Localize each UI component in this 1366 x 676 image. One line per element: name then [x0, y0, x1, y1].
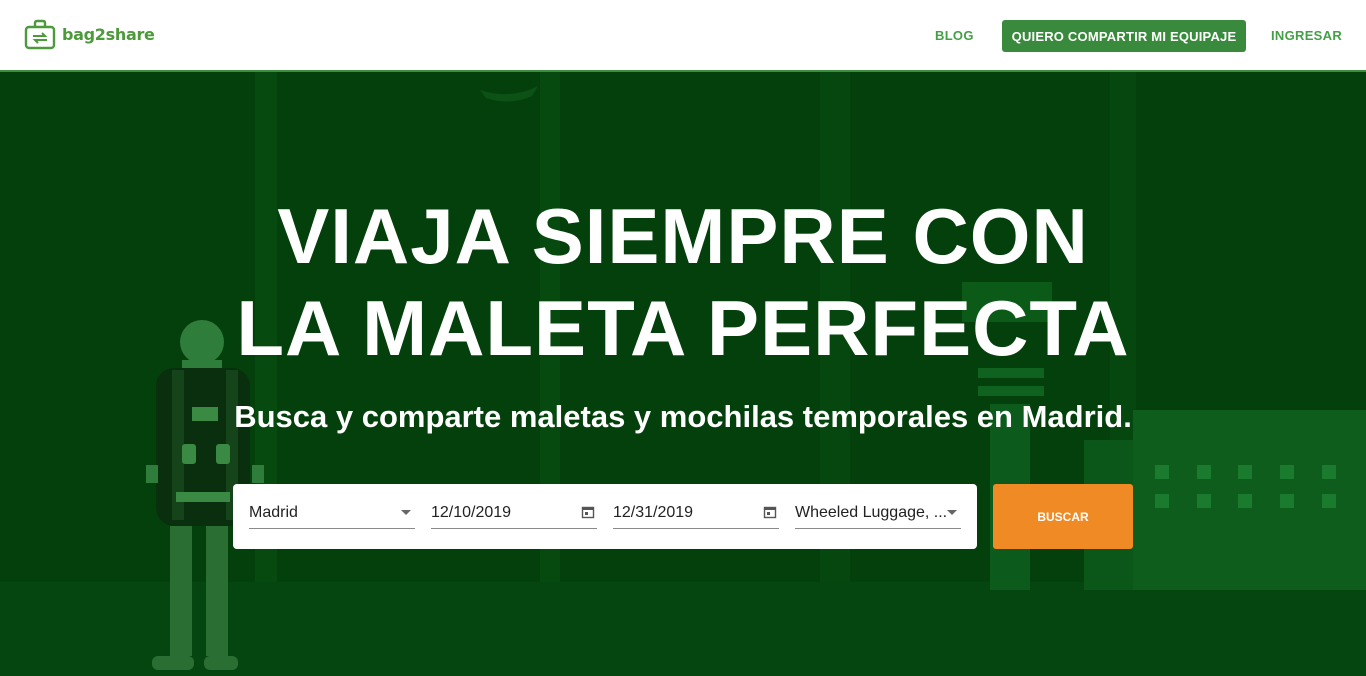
- hero-headline-line2: LA MALETA PERFECTA: [236, 284, 1130, 372]
- chevron-down-icon: [945, 505, 959, 524]
- bird-illustration: [480, 86, 538, 102]
- hero-headline-line1: VIAJA SIEMPRE CON: [277, 192, 1089, 280]
- chevron-down-icon: [399, 505, 413, 524]
- city-select[interactable]: Madrid: [249, 502, 415, 529]
- category-value: Wheeled Luggage, ...: [795, 504, 948, 521]
- city-value: Madrid: [249, 504, 298, 521]
- brand-logo[interactable]: bag2share: [24, 18, 155, 50]
- search-form: Madrid 12/10/2019 12/31/2019 Wheeled Lug…: [233, 484, 977, 549]
- calendar-icon[interactable]: [581, 505, 595, 524]
- login-link[interactable]: INGRESAR: [1271, 28, 1342, 43]
- share-luggage-button[interactable]: QUIERO COMPARTIR MI EQUIPAJE: [1002, 20, 1246, 52]
- start-date-value: 12/10/2019: [431, 504, 512, 521]
- nav-blog-link[interactable]: BLOG: [935, 28, 974, 43]
- hero-section: VIAJA SIEMPRE CON LA MALETA PERFECTA Bus…: [0, 72, 1366, 676]
- end-date-value: 12/31/2019: [613, 504, 694, 521]
- calendar-icon[interactable]: [763, 505, 777, 524]
- hero-headline: VIAJA SIEMPRE CON LA MALETA PERFECTA: [0, 190, 1366, 374]
- search-button[interactable]: BUSCAR: [993, 484, 1133, 549]
- hero-subtitle: Busca y comparte maletas y mochilas temp…: [234, 399, 1132, 434]
- brand-name: bag2share: [62, 24, 155, 44]
- top-navbar: bag2share BLOG QUIERO COMPARTIR MI EQUIP…: [0, 0, 1366, 72]
- bag2share-logo-icon: [24, 19, 56, 50]
- end-date-field[interactable]: 12/31/2019: [613, 502, 779, 529]
- hero-background-illustration: [0, 72, 1366, 676]
- category-select[interactable]: Wheeled Luggage, ...: [795, 502, 961, 529]
- start-date-field[interactable]: 12/10/2019: [431, 502, 597, 529]
